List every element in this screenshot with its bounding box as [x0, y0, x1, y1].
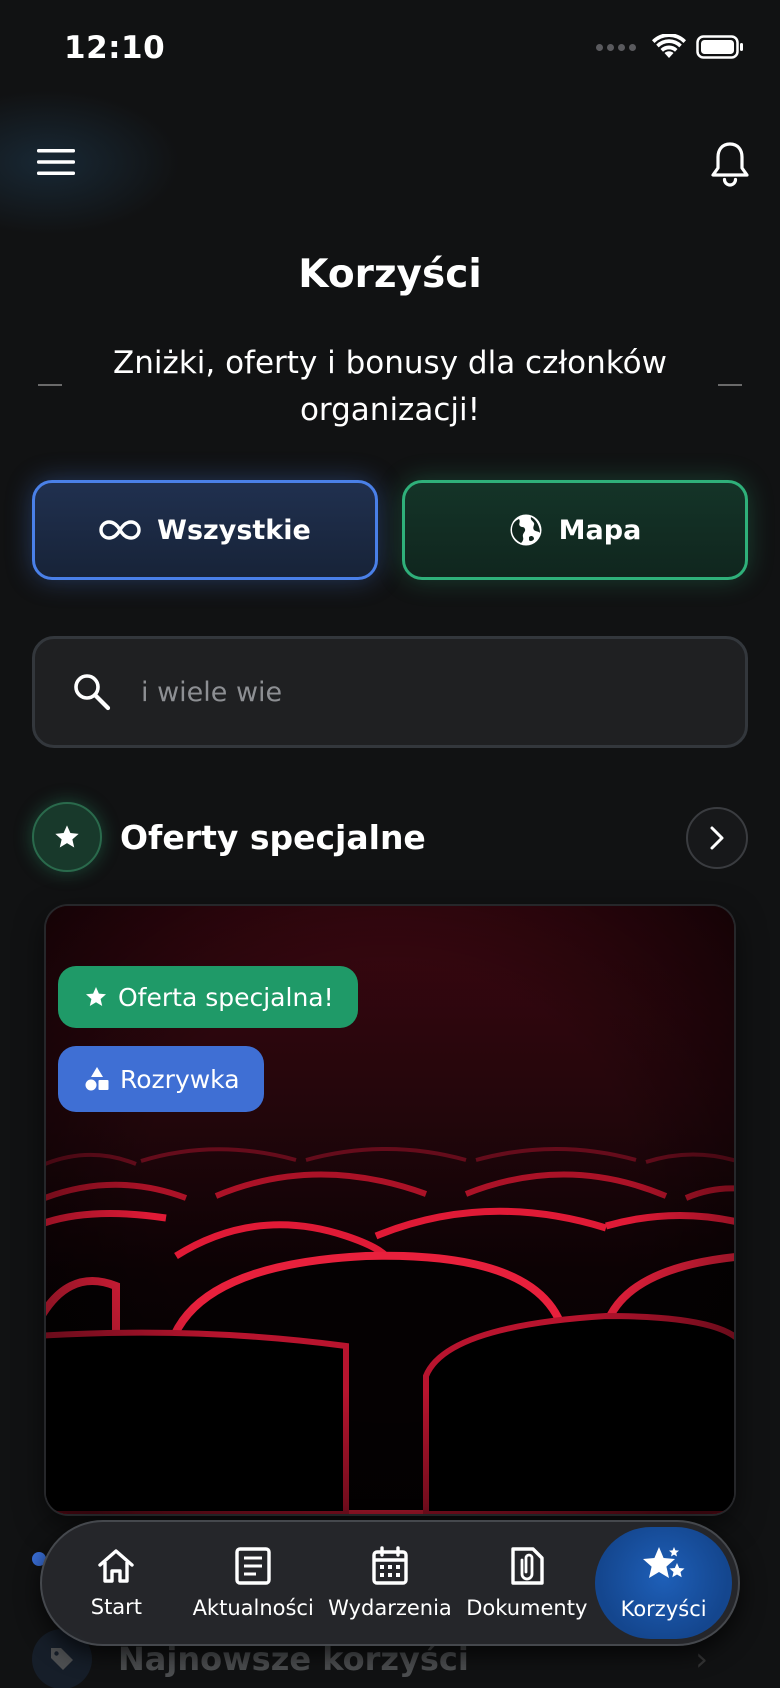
star-icon	[86, 987, 106, 1006]
calendar-icon	[372, 1546, 408, 1585]
all-filter-label: Wszystkie	[157, 514, 311, 546]
all-filter-button[interactable]: Wszystkie	[32, 480, 378, 580]
subtitle-wrap: Zniżki, oferty i bonusy dla członków org…	[0, 340, 780, 434]
battery-icon	[696, 35, 743, 59]
search-box[interactable]	[32, 636, 748, 748]
menu-button[interactable]	[30, 136, 82, 188]
nav-item-wydarzenia[interactable]: Wydarzenia	[322, 1527, 459, 1639]
page-subtitle: Zniżki, oferty i bonusy dla członków org…	[113, 345, 667, 428]
special-offer-badge: Oferta specjalna!	[58, 966, 358, 1028]
shapes-icon	[85, 1067, 109, 1091]
status-time: 12:10	[64, 30, 166, 66]
offer-card[interactable]: Oferta specjalna! Rozrywka	[46, 906, 734, 1514]
menu-glow	[0, 90, 180, 235]
chevron-right-icon[interactable]: ›	[695, 1640, 708, 1678]
screen: 12:10 Korzyści Zniżki, oferty i bonusy d…	[0, 0, 780, 1688]
nav-label-aktualnosci: Aktualności	[192, 1596, 314, 1620]
news-icon	[235, 1547, 271, 1585]
stars-icon	[642, 1547, 685, 1578]
nav-item-start[interactable]: Start	[48, 1527, 185, 1639]
bottom-nav: Start Aktualności Wydarzenia Dokumenty K…	[40, 1520, 740, 1646]
nav-item-dokumenty[interactable]: Dokumenty	[458, 1527, 595, 1639]
nav-label-dokumenty: Dokumenty	[466, 1596, 588, 1620]
chevron-right-icon	[710, 826, 724, 850]
wifi-icon	[652, 34, 686, 58]
nav-label-wydarzenia: Wydarzenia	[328, 1596, 452, 1620]
status-icons	[596, 34, 744, 60]
nav-item-korzysci[interactable]: Korzyści	[595, 1527, 732, 1639]
signal-icon	[596, 43, 636, 51]
search-icon	[74, 674, 111, 711]
category-badge: Rozrywka	[58, 1046, 264, 1112]
status-bar: 12:10	[0, 0, 780, 100]
nav-item-aktualnosci[interactable]: Aktualności	[185, 1527, 322, 1639]
nav-label-korzysci: Korzyści	[620, 1597, 707, 1621]
bell-icon	[711, 142, 749, 187]
star-badge-icon	[32, 802, 102, 872]
category-badge-label: Rozrywka	[120, 1064, 240, 1094]
globe-icon	[510, 514, 542, 546]
document-icon	[511, 1547, 544, 1585]
nav-label-start: Start	[90, 1595, 143, 1619]
special-offers-title: Oferty specjalne	[120, 817, 426, 857]
home-icon	[98, 1549, 135, 1583]
map-filter-label: Mapa	[558, 514, 642, 546]
special-offers-header: Oferty specjalne	[32, 802, 748, 872]
page-title: Korzyści	[298, 252, 482, 297]
map-filter-button[interactable]: Mapa	[402, 480, 748, 580]
special-offers-more-button[interactable]	[686, 807, 748, 869]
special-offer-badge-label: Oferta specjalna!	[118, 982, 334, 1012]
search-input[interactable]	[141, 676, 701, 708]
notifications-button[interactable]	[704, 136, 756, 192]
infinity-icon	[99, 520, 141, 540]
hamburger-icon	[37, 149, 75, 175]
